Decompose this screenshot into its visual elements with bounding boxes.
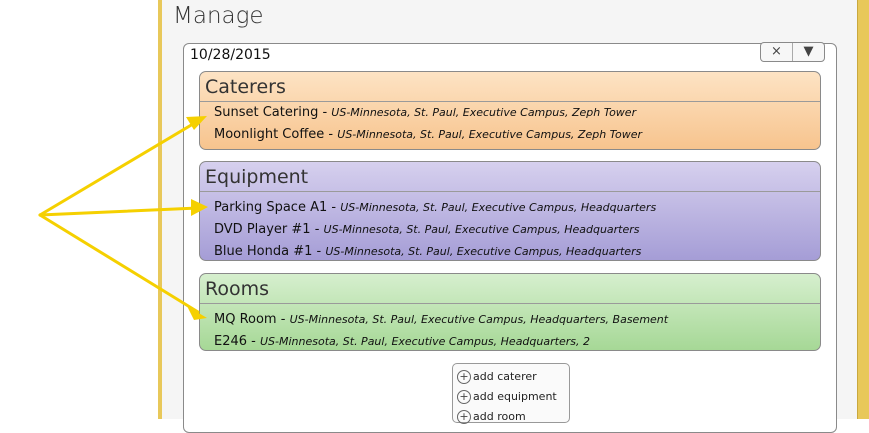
arrowhead-icon (187, 306, 207, 320)
arrow-to-equipment (38, 206, 200, 217)
arrowhead-icon (191, 199, 208, 216)
annotation-arrows (38, 116, 208, 320)
arrow-to-rooms (38, 213, 200, 314)
arrow-to-caterers (38, 119, 200, 217)
